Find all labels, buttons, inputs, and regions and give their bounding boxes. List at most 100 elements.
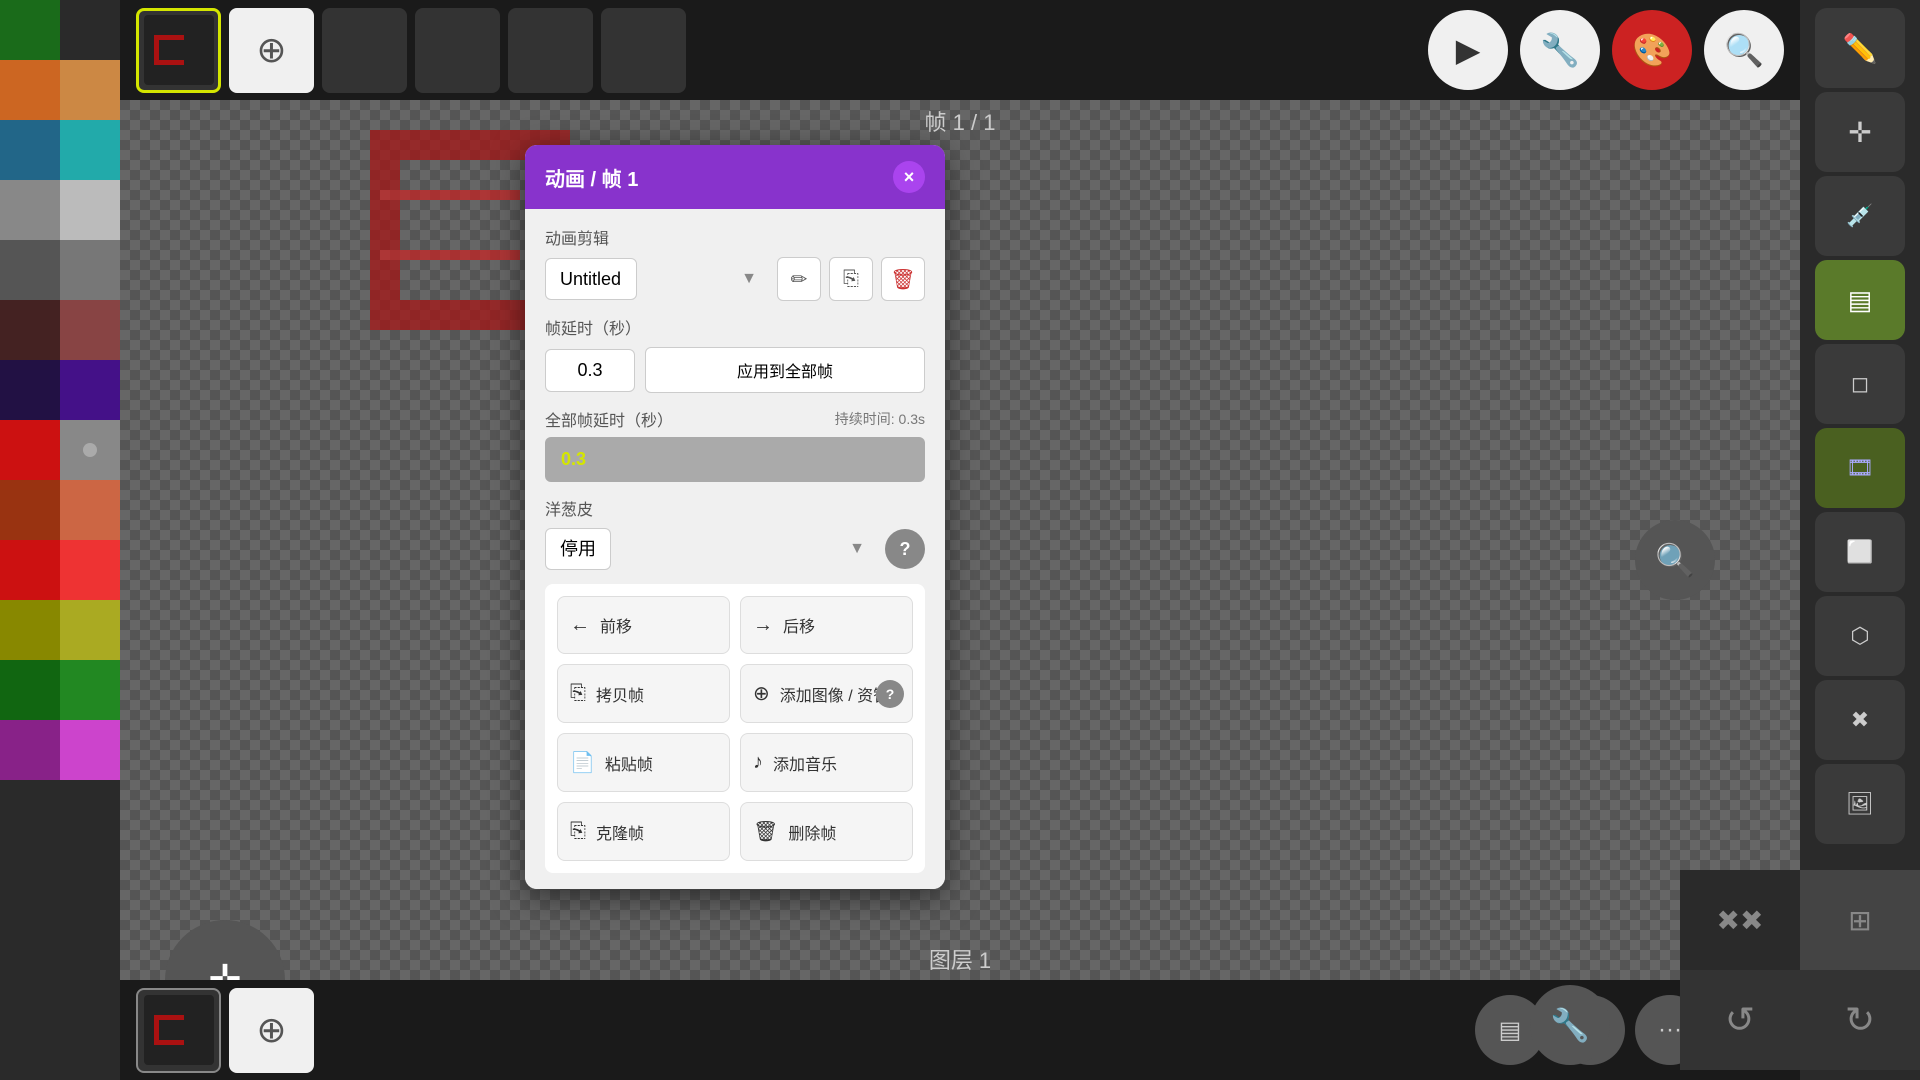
transform-tool[interactable]: ✖	[1815, 680, 1905, 760]
delete-animation-button[interactable]: 🗑	[881, 257, 925, 301]
color-swatch[interactable]	[60, 240, 120, 300]
frame-delay-input[interactable]	[545, 349, 635, 392]
canvas-area[interactable]	[120, 0, 1800, 1080]
layers-tool[interactable]: ▤	[1815, 260, 1905, 340]
frame-delay-label: 帧延时（秒）	[545, 315, 925, 339]
prev-frame-button[interactable]: ← 前移	[557, 596, 730, 654]
eraser-tool[interactable]: ◻	[1815, 344, 1905, 424]
frame-slot-5[interactable]	[601, 8, 686, 93]
color-swatch[interactable]	[0, 180, 60, 240]
palette-button[interactable]: 🎨	[1612, 10, 1692, 90]
all-delay-header: 全部帧延时（秒） 持续时间: 0.3s	[545, 407, 925, 431]
color-swatch[interactable]	[0, 0, 60, 60]
shape-tool[interactable]: ⬡	[1815, 596, 1905, 676]
eraser-icon: ◻	[1851, 371, 1869, 397]
frame-slot-4[interactable]	[508, 8, 593, 93]
add-image-tool[interactable]: 🖼	[1815, 764, 1905, 844]
copy-frame-button[interactable]: ⎘ 拷贝帧	[557, 664, 730, 723]
add-frame-button[interactable]: ⊕	[229, 8, 314, 93]
color-swatch[interactable]	[60, 360, 120, 420]
color-swatch[interactable]	[60, 660, 120, 720]
add-image-icon: 🖼	[1846, 791, 1874, 817]
color-swatch[interactable]	[0, 240, 60, 300]
grid-tool[interactable]: ⊞	[1800, 870, 1920, 970]
onion-help-button[interactable]: ?	[885, 529, 925, 569]
clone-icon: ⎘	[570, 820, 586, 843]
modal-close-button[interactable]: ×	[893, 161, 925, 193]
eyedropper-tool[interactable]: 💉	[1815, 176, 1905, 256]
color-swatch[interactable]	[0, 300, 60, 360]
bottom-layer-inner	[144, 995, 214, 1065]
pencil-tool[interactable]: ✏️	[1815, 8, 1905, 88]
pencil-icon: ✏️	[1843, 32, 1878, 65]
onion-row: 停用 启用 ▼ ?	[545, 528, 925, 570]
copy-animation-button[interactable]: ⎘	[829, 257, 873, 301]
color-swatch[interactable]	[60, 420, 120, 480]
frame-thumb-inner	[144, 15, 214, 85]
apply-all-button[interactable]: 应用到全部帧	[645, 347, 925, 393]
bottom-layer-thumb[interactable]	[136, 988, 221, 1073]
color-swatch[interactable]	[60, 180, 120, 240]
color-swatch[interactable]	[0, 720, 60, 780]
color-swatch[interactable]	[0, 600, 60, 660]
search-canvas-button[interactable]: 🔍	[1635, 520, 1715, 600]
delete-frame-button[interactable]: 🗑 删除帧	[740, 802, 913, 861]
search-canvas-icon: 🔍	[1655, 541, 1695, 579]
undo-button[interactable]: ↺	[1680, 970, 1800, 1070]
color-swatch[interactable]	[60, 0, 120, 60]
animation-dropdown-row: Untitled ▼ ✏ ⎘ 🗑	[545, 257, 925, 301]
clone-frame-label: 克隆帧	[596, 820, 644, 844]
color-swatch[interactable]	[0, 480, 60, 540]
settings-button[interactable]: 🔧	[1520, 10, 1600, 90]
modal-title: 动画 / 帧 1	[545, 163, 638, 192]
settings-bottom-btn[interactable]: 🔧	[1530, 985, 1610, 1065]
move-tool[interactable]: ✛	[1815, 92, 1905, 172]
color-swatch[interactable]	[0, 60, 60, 120]
color-swatch[interactable]	[60, 120, 120, 180]
frame-slot-2[interactable]	[322, 8, 407, 93]
copy-frame-icon: ⎘	[570, 682, 586, 705]
crosshair-icon: ✖✖	[1717, 904, 1764, 937]
color-swatch[interactable]	[60, 540, 120, 600]
color-swatch[interactable]	[0, 120, 60, 180]
onion-dropdown-wrapper: 停用 启用 ▼	[545, 528, 877, 570]
crosshair-tool[interactable]: ✖✖	[1680, 870, 1800, 970]
color-swatch[interactable]	[0, 540, 60, 600]
undo-redo-controls: ↺ ↻	[1680, 970, 1920, 1070]
color-swatch[interactable]	[60, 600, 120, 660]
all-delay-input[interactable]	[547, 439, 923, 480]
color-swatch[interactable]	[60, 300, 120, 360]
action-grid: ← 前移 → 后移 ⎘ 拷贝帧 ⊕ 添加图像 / 资智 ? 📄 粘贴帧 ♪	[545, 584, 925, 873]
onion-select[interactable]: 停用 启用	[545, 528, 611, 570]
redo-button[interactable]: ↻	[1800, 970, 1920, 1070]
edit-animation-button[interactable]: ✏	[777, 257, 821, 301]
onion-section: 洋葱皮 停用 启用 ▼ ?	[545, 496, 925, 570]
select-tool[interactable]: ⬜	[1815, 512, 1905, 592]
frame-thumb-1[interactable]	[136, 8, 221, 93]
delete-frame-label: 删除帧	[788, 820, 836, 844]
search-top-button[interactable]: 🔍	[1704, 10, 1784, 90]
color-swatch[interactable]	[0, 360, 60, 420]
question-icon: ?	[900, 539, 911, 560]
dropdown-chevron-icon: ▼	[741, 270, 757, 288]
color-palette	[0, 0, 120, 1080]
color-swatch[interactable]	[0, 660, 60, 720]
add-image-help-icon[interactable]: ?	[876, 680, 904, 708]
next-frame-button[interactable]: → 后移	[740, 596, 913, 654]
paste-frame-button[interactable]: 📄 粘贴帧	[557, 733, 730, 792]
animation-tool[interactable]: 🎞	[1815, 428, 1905, 508]
clone-frame-button[interactable]: ⎘ 克隆帧	[557, 802, 730, 861]
add-image-button[interactable]: ⊕ 添加图像 / 资智 ?	[740, 664, 913, 723]
color-swatch[interactable]	[60, 60, 120, 120]
play-button[interactable]: ▶	[1428, 10, 1508, 90]
color-swatch[interactable]	[0, 420, 60, 480]
color-swatch[interactable]	[60, 720, 120, 780]
add-music-button[interactable]: ♪ 添加音乐	[740, 733, 913, 792]
layers-icon: ▤	[1848, 285, 1873, 316]
add-layer-button[interactable]: ⊕	[229, 988, 314, 1073]
animation-select[interactable]: Untitled	[545, 258, 637, 300]
color-swatch[interactable]	[60, 480, 120, 540]
all-delay-input-wrap	[545, 437, 925, 482]
modal-body: 动画剪辑 Untitled ▼ ✏ ⎘ 🗑 帧延时（秒） 应用到全部帧	[525, 209, 945, 889]
frame-slot-3[interactable]	[415, 8, 500, 93]
